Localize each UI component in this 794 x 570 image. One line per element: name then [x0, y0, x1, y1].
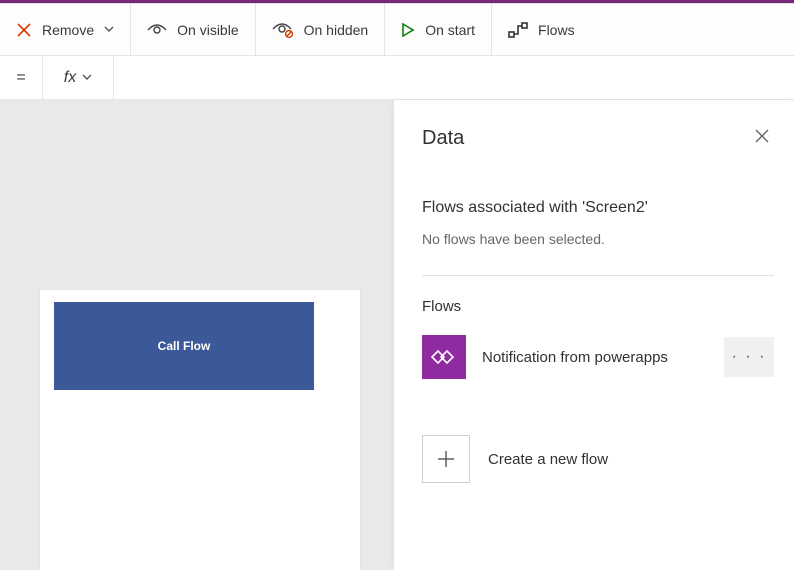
- flows-section-label: Flows: [422, 298, 774, 315]
- eye-off-icon: [272, 22, 294, 38]
- call-flow-button[interactable]: Call Flow: [54, 302, 314, 390]
- flows-icon: [508, 21, 528, 39]
- on-visible-label: On visible: [177, 22, 238, 38]
- close-button[interactable]: [750, 124, 774, 153]
- powerapps-icon: [422, 335, 466, 379]
- fx-dropdown[interactable]: fx: [42, 56, 114, 99]
- chevron-down-icon: [104, 24, 114, 35]
- panel-title: Data: [422, 127, 464, 150]
- formula-bar: = fx: [0, 56, 794, 100]
- on-hidden-button[interactable]: On hidden: [255, 4, 385, 55]
- remove-button[interactable]: Remove: [0, 4, 130, 55]
- associated-flows-empty: No flows have been selected.: [422, 231, 774, 247]
- call-flow-label: Call Flow: [158, 339, 211, 353]
- eye-icon: [147, 23, 167, 37]
- plus-icon: [422, 435, 470, 483]
- data-panel: Data Flows associated with 'Screen2' No …: [394, 100, 794, 570]
- on-start-label: On start: [425, 22, 475, 38]
- toolbar: Remove On visible On hidden On start Flo…: [0, 4, 794, 56]
- create-flow-label: Create a new flow: [488, 451, 608, 468]
- remove-icon: [16, 22, 32, 38]
- on-visible-button[interactable]: On visible: [130, 4, 254, 55]
- flow-item-more-button[interactable]: · · ·: [724, 337, 774, 377]
- panel-header: Data: [422, 124, 774, 153]
- on-hidden-label: On hidden: [304, 22, 369, 38]
- formula-input[interactable]: [114, 56, 794, 99]
- more-icon: · · ·: [732, 348, 767, 366]
- divider: [422, 275, 774, 276]
- flow-item-name: Notification from powerapps: [482, 349, 708, 366]
- play-icon: [401, 22, 415, 38]
- screen-artboard[interactable]: Call Flow: [40, 290, 360, 570]
- remove-label: Remove: [42, 22, 94, 38]
- flow-item[interactable]: Notification from powerapps · · ·: [422, 335, 774, 379]
- fx-label: fx: [64, 69, 76, 87]
- associated-flows-title: Flows associated with 'Screen2': [422, 199, 774, 217]
- on-start-button[interactable]: On start: [384, 4, 491, 55]
- flows-button[interactable]: Flows: [491, 4, 591, 55]
- chevron-down-icon: [82, 72, 92, 83]
- equals-label: =: [0, 69, 42, 87]
- create-flow-button[interactable]: Create a new flow: [422, 435, 774, 483]
- flows-label: Flows: [538, 22, 575, 38]
